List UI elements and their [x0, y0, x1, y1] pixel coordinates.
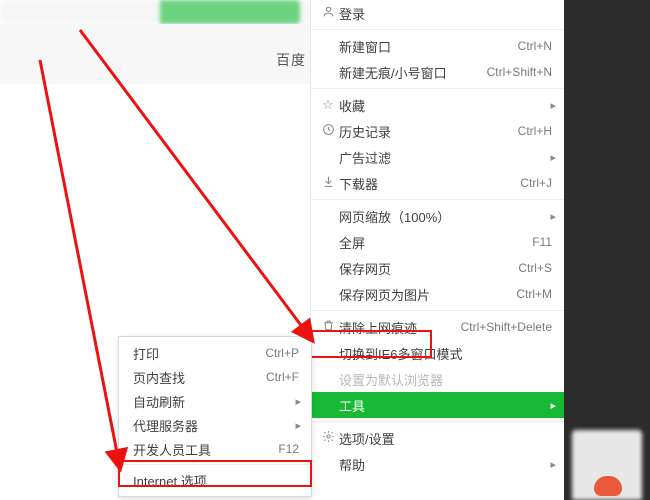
menu-item-shortcut: Ctrl+J [520, 176, 552, 190]
submenu-item-label: 页内查找 [133, 368, 266, 387]
clock-icon [319, 123, 337, 139]
menu-item-tools[interactable]: 工具 ▸ [311, 392, 564, 418]
submenu-item-find-in-page[interactable]: 页内查找 Ctrl+F [119, 365, 311, 389]
menu-item-label: 工具 [337, 396, 552, 415]
submenu-item-label: 自动刷新 [133, 392, 299, 411]
submenu-item-label: Internet 选项 [133, 471, 299, 490]
gear-icon [319, 430, 337, 446]
menu-item-label: 网页缩放（100%） [337, 207, 552, 226]
menu-item-label: 保存网页 [337, 259, 518, 278]
menu-item-label: 帮助 [337, 455, 552, 474]
menu-item-save-as-image[interactable]: 保存网页为图片 Ctrl+M [311, 281, 564, 307]
menu-separator [311, 421, 564, 422]
menu-item-label: 全屏 [337, 233, 532, 252]
submenu-item-label: 代理服务器 [133, 416, 299, 435]
submenu-item-auto-refresh[interactable]: 自动刷新 ▸ [119, 389, 311, 413]
menu-item-shortcut: Ctrl+M [516, 287, 552, 301]
menu-item-set-default-browser: 设置为默认浏览器 [311, 366, 564, 392]
menu-item-shortcut: F11 [532, 235, 552, 249]
menu-item-new-private-window[interactable]: 新建无痕/小号窗口 Ctrl+Shift+N [311, 59, 564, 85]
menu-item-label: 历史记录 [337, 122, 518, 141]
menu-item-shortcut: Ctrl+Shift+Delete [461, 320, 552, 334]
submenu-item-shortcut: F12 [278, 442, 299, 456]
adjacent-window-avatar [594, 476, 622, 496]
tab-inactive [0, 0, 160, 24]
menu-item-shortcut: Ctrl+N [518, 39, 552, 53]
submenu-item-shortcut: Ctrl+F [266, 370, 299, 384]
menu-item-login[interactable]: 登录 [311, 0, 564, 26]
menu-item-label: 登录 [337, 4, 552, 23]
menu-item-label: 设置为默认浏览器 [337, 370, 552, 389]
menu-item-label: 清除上网痕迹 [337, 318, 461, 337]
main-menu: 登录 新建窗口 Ctrl+N 新建无痕/小号窗口 Ctrl+Shift+N ☆ … [310, 0, 564, 477]
submenu-item-shortcut: Ctrl+P [265, 346, 299, 360]
menu-item-label: 收藏 [337, 96, 552, 115]
menu-item-label: 保存网页为图片 [337, 285, 516, 304]
user-icon [319, 5, 337, 21]
chevron-right-icon: ▸ [550, 399, 556, 412]
trash-icon [319, 319, 337, 335]
menu-item-new-window[interactable]: 新建窗口 Ctrl+N [311, 33, 564, 59]
menu-item-label: 新建无痕/小号窗口 [337, 63, 487, 82]
menu-item-fullscreen[interactable]: 全屏 F11 [311, 229, 564, 255]
menu-item-shortcut: Ctrl+Shift+N [487, 65, 552, 79]
chevron-right-icon: ▸ [295, 419, 301, 432]
submenu-item-internet-options[interactable]: Internet 选项 [119, 468, 311, 492]
menu-item-save-page[interactable]: 保存网页 Ctrl+S [311, 255, 564, 281]
menu-item-label: 选项/设置 [337, 429, 552, 448]
chevron-right-icon: ▸ [550, 458, 556, 471]
chevron-right-icon: ▸ [550, 151, 556, 164]
menu-item-ad-filter[interactable]: 广告过滤 ▸ [311, 144, 564, 170]
chevron-right-icon: ▸ [550, 210, 556, 223]
menu-item-options[interactable]: 选项/设置 [311, 425, 564, 451]
menu-item-label: 切换到IE6多窗口模式 [337, 344, 552, 363]
chevron-right-icon: ▸ [295, 395, 301, 408]
star-icon: ☆ [319, 97, 337, 113]
menu-item-favorites[interactable]: ☆ 收藏 ▸ [311, 92, 564, 118]
menu-separator [311, 29, 564, 30]
menu-item-zoom[interactable]: 网页缩放（100%） ▸ [311, 203, 564, 229]
submenu-item-label: 开发人员工具 [133, 440, 278, 459]
submenu-item-proxy[interactable]: 代理服务器 ▸ [119, 413, 311, 437]
menu-item-label: 新建窗口 [337, 37, 518, 56]
submenu-item-dev-tools[interactable]: 开发人员工具 F12 [119, 437, 311, 461]
menu-item-label: 下载器 [337, 174, 520, 193]
menu-item-switch-ie6[interactable]: 切换到IE6多窗口模式 [311, 340, 564, 366]
menu-item-shortcut: Ctrl+H [518, 124, 552, 138]
menu-item-history[interactable]: 历史记录 Ctrl+H [311, 118, 564, 144]
menu-separator [311, 310, 564, 311]
menu-separator [311, 88, 564, 89]
tools-submenu: 打印 Ctrl+P 页内查找 Ctrl+F 自动刷新 ▸ 代理服务器 ▸ 开发人… [118, 336, 312, 497]
menu-item-clear-traces[interactable]: 清除上网痕迹 Ctrl+Shift+Delete [311, 314, 564, 340]
menu-item-label: 广告过滤 [337, 148, 552, 167]
submenu-separator [119, 464, 311, 465]
menu-item-shortcut: Ctrl+S [518, 261, 552, 275]
page-background [0, 24, 310, 84]
chevron-right-icon: ▸ [550, 99, 556, 112]
menu-item-help[interactable]: 帮助 ▸ [311, 451, 564, 477]
menu-item-downloader[interactable]: 下载器 Ctrl+J [311, 170, 564, 196]
menu-separator [311, 199, 564, 200]
adjacent-window-crop [564, 0, 650, 500]
download-icon [319, 175, 337, 191]
submenu-item-print[interactable]: 打印 Ctrl+P [119, 341, 311, 365]
submenu-item-label: 打印 [133, 344, 265, 363]
tab-active [160, 0, 300, 24]
page-text-fragment: 百度 [276, 50, 306, 70]
